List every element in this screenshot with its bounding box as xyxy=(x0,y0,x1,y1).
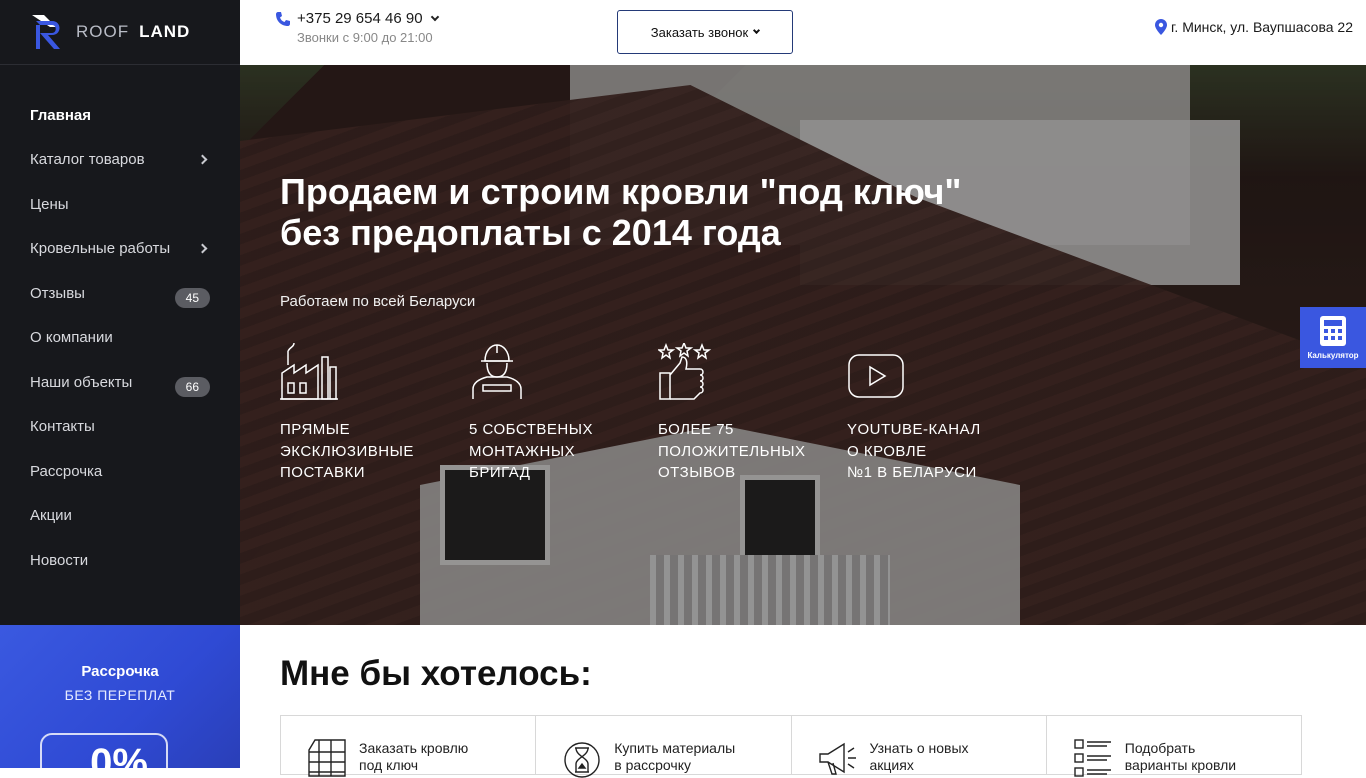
feature-line: ПОСТАВКИ xyxy=(280,464,365,481)
nav-item-label: Наши объекты xyxy=(30,373,133,391)
option-promotions[interactable]: Узнать о новых акциях xyxy=(792,716,1047,775)
feature-line: ЭКСКЛЮЗИВНЫЕ xyxy=(280,442,414,460)
chevron-down-icon xyxy=(430,12,439,21)
top-header: +375 29 654 46 90 Звонки с 9:00 до 21:00… xyxy=(240,0,1366,65)
nav-item-label: Новости xyxy=(30,551,89,569)
nav-item-home[interactable]: Главная xyxy=(0,93,240,138)
nav-item-catalog[interactable]: Каталог товаров xyxy=(0,138,240,183)
feature-line: ПОЛОЖИТЕЛЬНЫХ xyxy=(658,442,806,460)
nav-item-news[interactable]: Новости xyxy=(0,538,240,583)
factory-icon xyxy=(280,343,338,400)
option-turnkey-roof[interactable]: Заказать кровлю под ключ xyxy=(281,716,537,777)
nav-item-label: Кровельные работы xyxy=(30,240,171,258)
feature-line: МОНТАЖНЫХ xyxy=(469,442,576,460)
logo-word-land: LAND xyxy=(139,22,191,41)
nav-item-label: Цены xyxy=(30,195,69,213)
option-line-1: Купить материалы xyxy=(614,740,736,756)
count-badge: 66 xyxy=(174,377,210,398)
calculator-icon xyxy=(1320,316,1346,346)
feature-youtube[interactable]: YOUTUBE-КАНАЛ О КРОВЛЕ №1 В БЕЛАРУСИ xyxy=(847,343,1036,484)
option-line-2: акциях xyxy=(869,757,914,773)
hero-title: Продаем и строим кровли "под ключ" без п… xyxy=(280,171,980,253)
megaphone-icon xyxy=(818,742,856,775)
nav-item-installment[interactable]: Рассрочка xyxy=(0,449,240,494)
nav-item-label: Рассрочка xyxy=(30,462,103,480)
nav-item-about[interactable]: О компании xyxy=(0,316,240,361)
feature-line: БОЛЕЕ 75 xyxy=(658,421,734,438)
option-line-1: Подобрать xyxy=(1124,740,1196,756)
hero-title-line-1: Продаем и строим кровли "под ключ" xyxy=(280,171,962,212)
option-line-1: Заказать кровлю xyxy=(359,740,469,756)
phone-block: +375 29 654 46 90 Звонки с 9:00 до 21:00 xyxy=(275,10,439,45)
address-text: г. Минск, ул. Ваупшасова 22 xyxy=(1171,19,1353,35)
chevron-right-icon xyxy=(197,154,208,165)
order-callback-button[interactable]: Заказать звонок xyxy=(617,10,793,54)
option-roof-variants[interactable]: Подобрать варианты кровли xyxy=(1047,716,1301,777)
nav-item-label: Акции xyxy=(30,507,72,525)
phone-number[interactable]: +375 29 654 46 90 xyxy=(297,10,423,27)
hero-subtitle: Работаем по всей Беларуси xyxy=(280,293,476,310)
logo-icon xyxy=(32,15,60,49)
hero-content: Продаем и строим кровли "под ключ" без п… xyxy=(280,171,980,310)
hourglass-icon xyxy=(564,742,600,778)
chevron-down-icon xyxy=(753,26,761,35)
option-line-1: Узнать о новых xyxy=(869,740,969,756)
section-title: Мне бы хотелось: xyxy=(280,654,592,693)
wish-options: Заказать кровлю под ключ Купить материал… xyxy=(280,715,1302,778)
installment-promo[interactable]: Рассрочка БЕЗ ПЕРЕПЛАТ 0% xyxy=(0,625,240,768)
youtube-icon xyxy=(848,354,904,398)
callback-label: Заказать звонок xyxy=(650,24,749,40)
map-pin-icon xyxy=(1155,19,1168,35)
feature-line: БРИГАД xyxy=(469,464,531,481)
feature-line: YOUTUBE-КАНАЛ xyxy=(847,421,981,438)
phone-dropdown[interactable]: +375 29 654 46 90 xyxy=(275,10,439,27)
count-badge: 45 xyxy=(174,288,210,309)
feature-brigades: 5 СОБСТВЕНЫХ МОНТАЖНЫХ БРИГАД xyxy=(469,343,658,484)
nav-item-label: О компании xyxy=(30,329,113,347)
option-installment[interactable]: Купить материалы в рассрочку xyxy=(536,716,792,778)
option-line-2: в рассрочку xyxy=(614,757,691,773)
nav-item-promotions[interactable]: Акции xyxy=(0,494,240,539)
nav-item-label: Каталог товаров xyxy=(30,151,145,169)
feature-line: ОТЗЫВОВ xyxy=(658,464,736,481)
promo-percent: 0% xyxy=(40,733,168,768)
nav-item-label: Главная xyxy=(30,106,92,124)
logo[interactable]: ROOF LAND xyxy=(0,0,240,65)
feature-line: ПРЯМЫЕ xyxy=(280,421,351,438)
feature-line: 5 СОБСТВЕНЫХ xyxy=(469,421,593,438)
feature-line: О КРОВЛЕ xyxy=(847,442,927,460)
sidebar: ROOF LAND Главная Каталог товаров Цены Кр… xyxy=(0,0,240,625)
nav-item-contacts[interactable]: Контакты xyxy=(0,405,240,450)
checklist-icon xyxy=(1074,739,1111,777)
feature-line: №1 В БЕЛАРУСИ xyxy=(847,464,977,481)
thumbs-up-stars-icon xyxy=(658,343,712,400)
roof-icon xyxy=(308,739,346,777)
promo-subtitle: БЕЗ ПЕРЕПЛАТ xyxy=(64,687,176,703)
features-row: ПРЯМЫЕ ЭКСКЛЮЗИВНЫЕ ПОСТАВКИ 5 СОБСТВЕНЫ… xyxy=(280,343,1036,484)
nav-item-roofing-works[interactable]: Кровельные работы xyxy=(0,227,240,272)
feature-direct-supply: ПРЯМЫЕ ЭКСКЛЮЗИВНЫЕ ПОСТАВКИ xyxy=(280,343,469,484)
option-line-2: под ключ xyxy=(359,757,419,773)
nav-item-prices[interactable]: Цены xyxy=(0,182,240,227)
option-line-2: варианты кровли xyxy=(1124,757,1237,773)
chevron-right-icon xyxy=(197,243,208,254)
call-hours: Звонки с 9:00 до 21:00 xyxy=(297,30,433,45)
address[interactable]: г. Минск, ул. Ваупшасова 22 xyxy=(1155,19,1353,35)
phone-icon xyxy=(276,11,290,26)
feature-reviews: БОЛЕЕ 75 ПОЛОЖИТЕЛЬНЫХ ОТЗЫВОВ xyxy=(658,343,847,484)
nav-item-reviews[interactable]: Отзывы 45 xyxy=(0,271,240,316)
nav-item-label: Отзывы xyxy=(30,284,85,302)
calculator-button[interactable]: Калькулятор xyxy=(1300,307,1366,368)
hero-title-line-2: без предоплаты с 2014 года xyxy=(280,212,781,253)
main-nav: Главная Каталог товаров Цены Кровельные … xyxy=(0,65,240,583)
nav-item-label: Контакты xyxy=(30,418,95,436)
worker-icon xyxy=(472,344,522,399)
calculator-label: Калькулятор xyxy=(1307,351,1359,360)
hero-banner: Продаем и строим кровли "под ключ" без п… xyxy=(240,65,1366,625)
promo-title: Рассрочка xyxy=(81,663,159,680)
logo-word-roof: ROOF xyxy=(76,22,130,41)
nav-item-projects[interactable]: Наши объекты 66 xyxy=(0,360,240,405)
